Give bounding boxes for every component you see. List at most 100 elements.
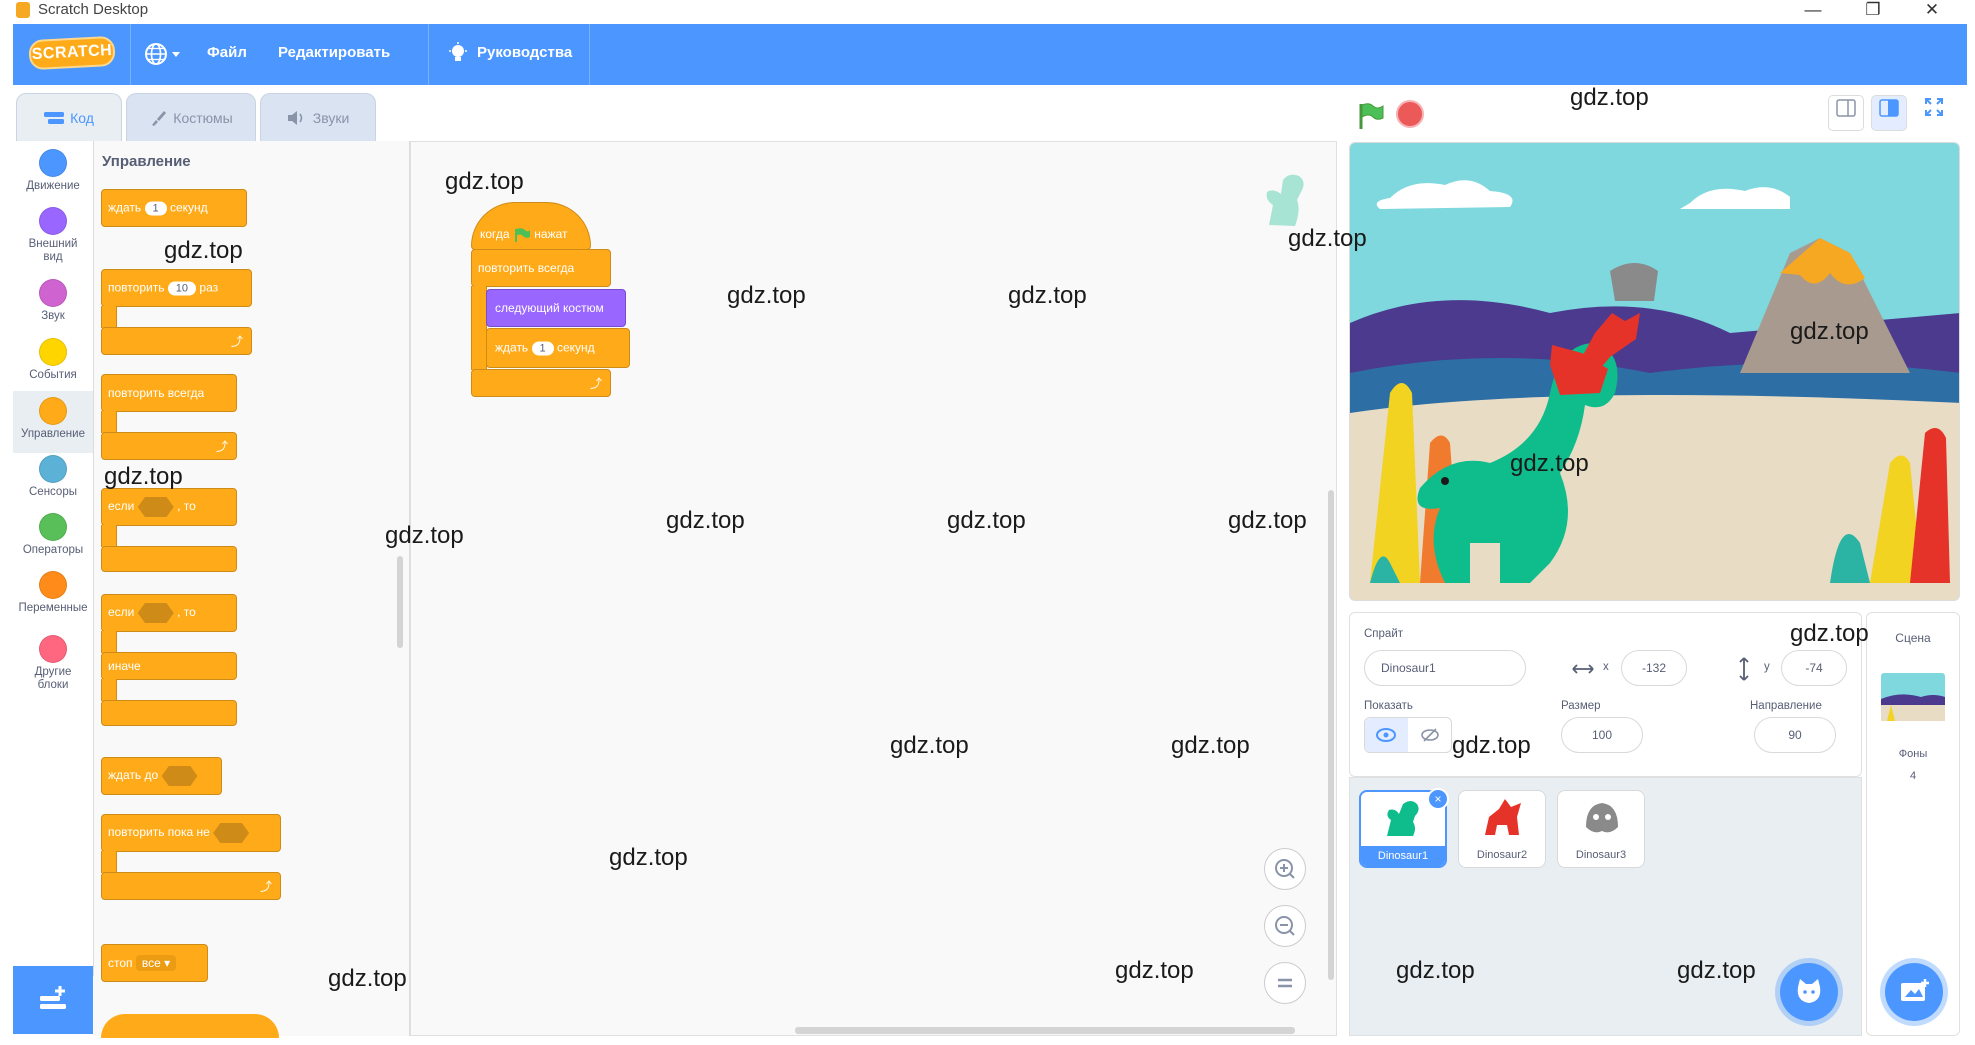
block-text: повторить всегда [108, 386, 205, 400]
watermark: gdz.top [609, 844, 688, 871]
block-repeat-end: ⤴ [101, 327, 252, 355]
sprite-thumb-dinosaur2[interactable]: Dinosaur2 [1458, 790, 1546, 868]
y-label: y [1764, 661, 1770, 673]
menu-edit[interactable]: Редактировать [278, 44, 390, 61]
sprite-thumb-dinosaur1[interactable]: × Dinosaur1 [1359, 788, 1449, 868]
condition-slot[interactable] [137, 603, 174, 623]
block-if-else-end [101, 700, 237, 726]
menu-tutorials[interactable]: Руководства [477, 44, 572, 61]
category-label: Внешний вид [28, 238, 78, 263]
block-repeat[interactable]: повторить 10 раз [101, 269, 252, 307]
zoom-in-icon [1275, 859, 1295, 879]
tab-costumes[interactable]: Костюмы [126, 93, 256, 141]
zoom-in-button[interactable] [1264, 848, 1306, 890]
close-button[interactable]: ✕ [1909, 0, 1955, 22]
control-dot-icon [39, 397, 67, 425]
minimize-button[interactable]: — [1790, 0, 1836, 22]
x-label: x [1603, 661, 1609, 673]
small-stage-button[interactable] [1828, 95, 1864, 131]
category-operators[interactable]: Операторы [13, 513, 93, 557]
category-motion[interactable]: Движение [13, 149, 93, 193]
category-variables[interactable]: Переменные [13, 571, 93, 615]
block-arm [101, 411, 117, 433]
block-text: ждать до [108, 768, 159, 783]
block-input[interactable]: 10 [167, 281, 197, 296]
script-block-wait[interactable]: ждать 1 секунд [486, 328, 630, 368]
tab-code-label: Код [70, 109, 94, 126]
script-vertical-scrollbar[interactable] [1328, 490, 1334, 980]
add-sprite-button[interactable] [1780, 963, 1838, 1021]
block-if-else[interactable]: если , то [101, 594, 237, 632]
add-backdrop-button[interactable] [1885, 963, 1943, 1021]
tab-code[interactable]: Код [16, 93, 122, 141]
category-my-blocks[interactable]: Другие блоки [13, 635, 93, 692]
block-forever[interactable]: повторить всегда [101, 374, 237, 412]
add-extension-button[interactable] [13, 966, 93, 1034]
script-area[interactable]: когда нажат повторить всегда следующий к… [410, 141, 1337, 1036]
sprite-name-input[interactable]: Dinosaur1 [1364, 650, 1526, 686]
block-input[interactable]: 1 [144, 201, 167, 216]
sprite-thumb-dinosaur3[interactable]: Dinosaur3 [1557, 790, 1645, 868]
direction-input[interactable]: 90 [1754, 717, 1836, 753]
category-events[interactable]: События [13, 338, 93, 382]
menu-file[interactable]: Файл [207, 44, 247, 61]
sprite-thumb-label: Dinosaur3 [1575, 849, 1627, 861]
stop-button[interactable] [1396, 100, 1424, 128]
category-sound[interactable]: Звук [13, 279, 93, 323]
size-input[interactable]: 100 [1561, 717, 1643, 753]
condition-slot[interactable] [213, 823, 250, 843]
block-stop[interactable]: стоп все ▾ [101, 944, 208, 982]
block-input[interactable]: 1 [531, 341, 554, 356]
watermark: gdz.top [1396, 957, 1475, 984]
palette-scrollbar[interactable] [397, 556, 403, 648]
category-sensing[interactable]: Сенсоры [13, 455, 93, 499]
sprite-info-pane: Спрайт Dinosaur1 x -132 y -74 Показать Р… [1349, 612, 1862, 777]
block-when-flag-clicked[interactable]: когда нажат [471, 202, 591, 250]
scratch-logo[interactable]: SCRATCH [28, 35, 116, 71]
block-if-then[interactable]: если , то [101, 488, 237, 526]
block-text: повторить [108, 280, 165, 295]
watermark: gdz.top [1510, 450, 1589, 477]
tab-costumes-label: Костюмы [173, 109, 233, 126]
small-stage-icon [1836, 99, 1856, 117]
zoom-out-button[interactable] [1264, 905, 1306, 947]
stage-canvas[interactable] [1349, 142, 1960, 601]
delete-sprite-button[interactable]: × [1427, 788, 1449, 810]
hide-sprite-button[interactable] [1409, 718, 1452, 752]
scratch-app-icon [16, 2, 30, 18]
fullscreen-icon [1925, 98, 1943, 116]
stage-selector[interactable]: Сцена Фоны 4 [1866, 612, 1960, 1036]
show-sprite-button[interactable] [1365, 718, 1408, 752]
code-icon [44, 111, 65, 124]
x-input[interactable]: -132 [1621, 650, 1687, 686]
block-text: секунд [170, 200, 208, 215]
block-text: повторить пока не [108, 825, 210, 840]
category-looks[interactable]: Внешний вид [13, 207, 93, 264]
block-text: , то [177, 605, 196, 620]
block-categories: Движение Внешний вид Звук События Управл… [13, 141, 94, 976]
speaker-icon [287, 110, 303, 125]
stop-option-dropdown[interactable]: все ▾ [135, 955, 177, 971]
language-menu[interactable] [143, 40, 187, 68]
category-control[interactable]: Управление [13, 391, 93, 453]
block-repeat-until[interactable]: повторить пока не [101, 814, 281, 852]
watermark: gdz.top [1677, 957, 1756, 984]
script-block-forever[interactable]: повторить всегда [471, 249, 611, 287]
script-block-next-costume[interactable]: следующий костюм [486, 289, 626, 327]
block-wait[interactable]: ждать 1 секунд [101, 189, 247, 227]
script-horizontal-scrollbar[interactable] [795, 1027, 1295, 1034]
fullscreen-button[interactable] [1916, 95, 1952, 131]
green-flag-icon [514, 228, 530, 242]
watermark: gdz.top [328, 965, 407, 992]
condition-slot[interactable] [137, 497, 174, 517]
tab-sounds[interactable]: Звуки [260, 93, 376, 141]
restore-button[interactable]: ❐ [1850, 0, 1896, 22]
normal-stage-button[interactable] [1871, 95, 1907, 131]
green-flag-button[interactable] [1356, 101, 1386, 131]
zoom-reset-button[interactable] [1264, 962, 1306, 1004]
y-input[interactable]: -74 [1781, 650, 1847, 686]
condition-slot[interactable] [161, 766, 198, 786]
watermark: gdz.top [1790, 318, 1869, 345]
block-start-as-clone[interactable] [101, 1014, 279, 1038]
block-wait-until[interactable]: ждать до [101, 757, 222, 795]
